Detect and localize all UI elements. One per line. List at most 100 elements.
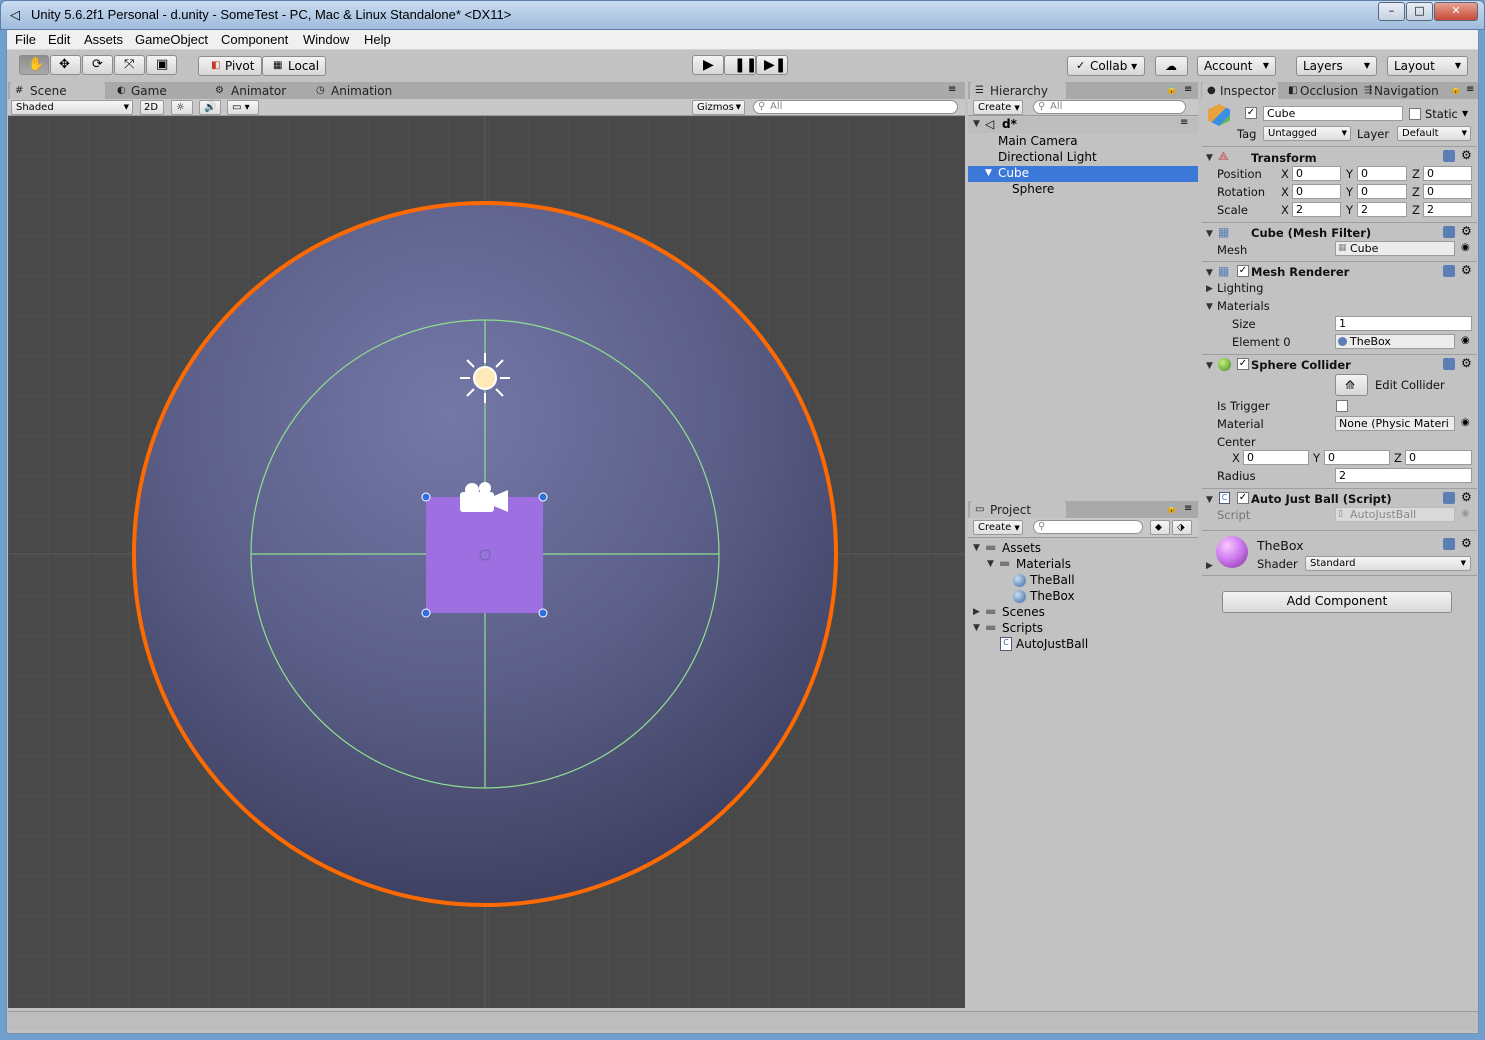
expand-icon[interactable]: ▶ [1206,561,1213,571]
lighting-toggle[interactable]: ☼ [171,100,193,115]
menu-assets[interactable]: Assets [84,32,123,47]
filter-label-button[interactable]: ⬗ [1172,520,1192,535]
filter-type-button[interactable]: ⬥ [1150,520,1170,535]
scale-tool-button[interactable]: ⤧ [114,55,145,75]
expand-icon[interactable]: ▼ [973,119,980,129]
tag-dropdown[interactable]: Untagged ▼ [1263,126,1351,141]
scale-y-field[interactable]: 2 [1357,202,1407,217]
scene-viewport[interactable] [8,116,965,1008]
tab-scene[interactable]: # Scene [10,82,105,100]
tab-inspector[interactable]: ● Inspector [1202,82,1278,100]
gear-icon[interactable]: ⚙ [1461,224,1472,238]
tab-occlusion[interactable]: ◧ Occlusion [1286,82,1366,100]
local-toggle[interactable]: ▦ Local [262,56,326,76]
add-component-button[interactable]: Add Component [1222,591,1452,613]
step-button[interactable]: ▶❚ [756,55,788,75]
shader-dropdown[interactable]: Standard ▼ [1305,556,1471,571]
menu-component[interactable]: Component [221,32,288,47]
help-book-icon[interactable] [1443,358,1455,370]
expand-icon[interactable]: ▼ [973,543,980,553]
lighting-foldout[interactable]: Lighting [1217,281,1263,295]
menu-help[interactable]: Help [364,32,391,47]
tab-navigation[interactable]: ⇶ Navigation [1362,82,1452,100]
move-tool-button[interactable]: ✥ [50,55,81,75]
layer-dropdown[interactable]: Default ▼ [1397,126,1471,141]
maximize-button[interactable]: □ [1406,2,1433,21]
menu-edit[interactable]: Edit [48,32,70,47]
expand-icon[interactable]: ▼ [985,168,992,178]
tab-animation[interactable]: ◷ Animation [311,82,411,100]
menu-gameobject[interactable]: GameObject [135,32,208,47]
materials-size-field[interactable]: 1 [1335,316,1472,331]
physic-material-field[interactable]: None (Physic Materi [1335,416,1455,431]
chevron-down-icon[interactable]: ▼ [1462,109,1468,118]
help-book-icon[interactable] [1443,492,1455,504]
radius-field[interactable]: 2 [1335,468,1472,483]
minimize-button[interactable]: – [1378,2,1405,21]
mesh-object-field[interactable]: ▦ Cube [1335,241,1455,256]
hierarchy-item-cube[interactable]: ▼ Cube [968,166,1198,182]
object-picker-icon[interactable]: ◉ [1461,417,1470,428]
menu-window[interactable]: Window [303,32,349,47]
edit-collider-button[interactable]: ⟰ [1335,374,1368,396]
close-button[interactable]: ✕ [1434,2,1478,21]
script-enabled-checkbox[interactable]: ✓ [1237,492,1249,504]
project-create-dropdown[interactable]: Create ▼ [973,520,1023,535]
scale-z-field[interactable]: 2 [1423,202,1472,217]
tab-animator[interactable]: ⚙ Animator [211,82,306,100]
cloud-button[interactable]: ☁ [1155,56,1188,76]
layout-dropdown[interactable]: Layout ▼ [1387,56,1468,76]
hierarchy-item-sphere[interactable]: Sphere [968,182,1198,198]
expand-icon[interactable]: ▼ [987,559,994,569]
scene-canvas[interactable] [8,116,965,1008]
sphere-collider-enabled-checkbox[interactable]: ✓ [1237,358,1249,370]
help-book-icon[interactable] [1443,226,1455,238]
position-x-field[interactable]: 0 [1292,166,1341,181]
hand-tool-button[interactable]: ✋ [19,55,49,75]
center-z-field[interactable]: 0 [1405,450,1472,465]
tab-project[interactable]: ▭ Project [970,501,1066,519]
position-y-field[interactable]: 0 [1357,166,1407,181]
2d-toggle[interactable]: 2D [140,100,164,115]
tab-hierarchy[interactable]: ☰ Hierarchy [970,82,1066,100]
lock-icon[interactable]: 🔒 [1166,85,1177,95]
project-search-input[interactable]: ⚲ [1033,520,1143,534]
account-dropdown[interactable]: Account ▼ [1197,56,1276,76]
element0-object-field[interactable]: TheBox [1335,334,1455,349]
gear-icon[interactable]: ⚙ [1461,263,1472,277]
gear-icon[interactable]: ⚙ [1461,356,1472,370]
shading-mode-dropdown[interactable]: Shaded ▼ [11,100,133,115]
lock-icon[interactable]: 🔒 [1450,85,1461,95]
gizmos-dropdown[interactable]: Gizmos ▼ [692,100,745,115]
transform-header[interactable] [1202,146,1477,166]
expand-icon[interactable]: ▼ [1206,268,1213,278]
expand-icon[interactable]: ▼ [973,623,980,633]
center-x-field[interactable]: 0 [1243,450,1309,465]
help-book-icon[interactable] [1443,538,1455,550]
mesh-renderer-enabled-checkbox[interactable]: ✓ [1237,265,1249,277]
effects-dropdown[interactable]: ▭ ▾ [227,100,259,115]
panel-menu-icon[interactable]: ≡ [1184,503,1192,514]
object-picker-icon[interactable]: ◉ [1461,335,1470,346]
hierarchy-create-dropdown[interactable]: Create ▼ [973,100,1023,115]
scale-x-field[interactable]: 2 [1292,202,1341,217]
expand-icon[interactable]: ▶ [973,607,980,617]
cube-mesh[interactable] [426,497,543,613]
pivot-toggle[interactable]: ◧ Pivot [198,56,262,76]
rotation-y-field[interactable]: 0 [1357,184,1407,199]
hierarchy-item-directional-light[interactable]: Directional Light [968,150,1198,166]
lock-icon[interactable]: 🔒 [1166,504,1177,514]
layers-dropdown[interactable]: Layers ▼ [1296,56,1377,76]
expand-icon[interactable]: ▶ [1206,284,1213,294]
expand-icon[interactable]: ▼ [1206,302,1213,312]
panel-menu-icon[interactable]: ≡ [1180,117,1188,128]
help-book-icon[interactable] [1443,150,1455,162]
expand-icon[interactable]: ▼ [1206,229,1213,239]
gear-icon[interactable]: ⚙ [1461,490,1472,504]
active-checkbox[interactable]: ✓ [1245,107,1257,119]
panel-menu-icon[interactable]: ≡ [948,84,956,95]
static-checkbox[interactable] [1409,108,1421,120]
tab-game[interactable]: ◐ Game [111,82,201,100]
rotate-tool-button[interactable]: ⟳ [82,55,113,75]
object-name-field[interactable]: Cube [1263,106,1403,121]
